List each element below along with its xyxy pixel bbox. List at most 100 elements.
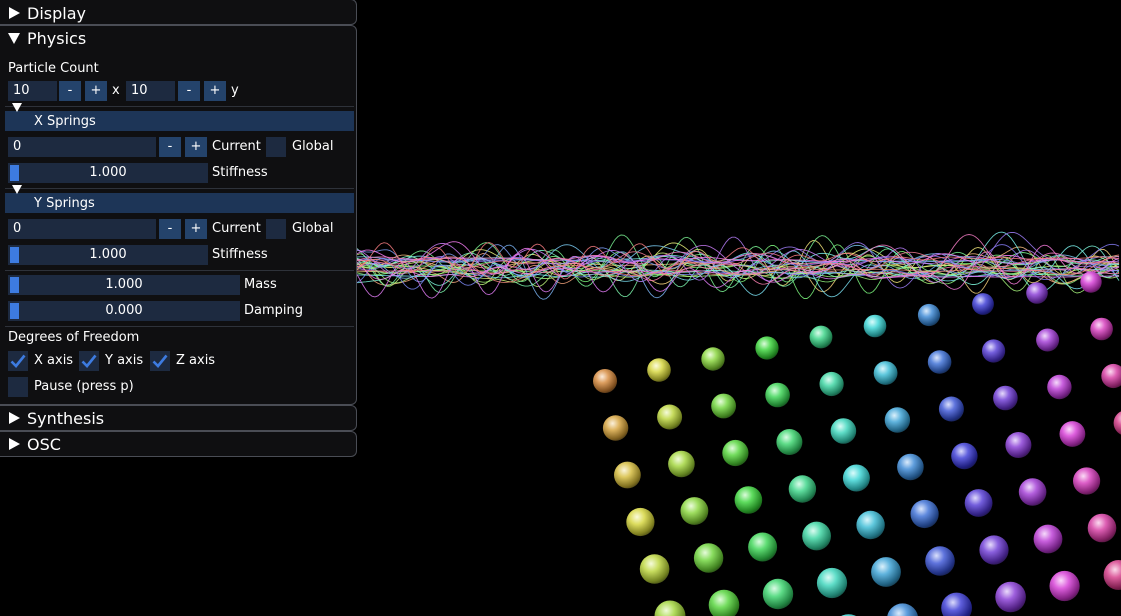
particle-sphere (856, 510, 885, 540)
particle-sphere (748, 532, 778, 562)
checkmark-icon (152, 354, 168, 368)
mass-slider[interactable]: 1.000 (8, 275, 240, 295)
z-axis-checkbox[interactable] (150, 351, 170, 371)
x-springs-stiffness-value: 1.000 (89, 165, 127, 180)
x-springs-header[interactable]: X Springs (5, 102, 354, 131)
damping-value: 0.000 (105, 303, 143, 318)
particle-sphere (1047, 374, 1072, 400)
particle-sphere (593, 369, 617, 393)
particle-sphere (863, 314, 887, 338)
physics-header[interactable]: Physics (0, 26, 356, 50)
particle-sphere (982, 339, 1006, 363)
particle-sphere (647, 358, 671, 382)
synthesis-header[interactable]: Synthesis (0, 406, 356, 430)
particle-sphere (762, 578, 794, 610)
particle-sphere (776, 429, 803, 455)
expand-arrow-icon (7, 438, 21, 450)
y-springs-global-checkbox[interactable] (266, 219, 286, 239)
slider-grab-handle[interactable] (10, 247, 19, 263)
x-axis-checkbox[interactable] (8, 351, 28, 371)
pause-checkbox[interactable] (8, 377, 28, 397)
x-springs-title: X Springs (34, 113, 96, 129)
particle-sphere (1073, 467, 1101, 495)
waveform-traces (357, 231, 1120, 300)
slider-grab-handle[interactable] (10, 165, 19, 181)
y-springs-current-increment-button[interactable]: + (185, 219, 207, 239)
x-springs-stiffness-slider[interactable]: 1.000 (8, 163, 208, 183)
x-springs-current-label: Current (212, 139, 261, 154)
slider-grab-handle[interactable] (10, 277, 19, 293)
x-springs-global-checkbox[interactable] (266, 137, 286, 157)
particle-count-x-increment-button[interactable]: + (85, 81, 107, 101)
slider-grab-handle[interactable] (10, 303, 19, 319)
y-springs-title: Y Springs (34, 195, 95, 211)
particle-sphere (938, 396, 964, 422)
y-springs-stiffness-slider[interactable]: 1.000 (8, 245, 208, 265)
particle-sphere (765, 382, 790, 408)
particle-sphere (722, 439, 749, 467)
particle-spheres (593, 271, 1121, 616)
particle-sphere (993, 385, 1018, 411)
particle-sphere (680, 497, 709, 525)
particle-sphere (1005, 432, 1032, 458)
particle-count-y-decrement-button[interactable]: - (178, 81, 200, 101)
particle-sphere (654, 600, 686, 616)
particle-sphere (668, 450, 695, 478)
particle-sphere (830, 418, 857, 444)
physics-title: Physics (27, 28, 87, 48)
y-springs-stiffness-value: 1.000 (89, 247, 127, 262)
particle-sphere (802, 521, 831, 551)
particle-sphere (1026, 282, 1048, 304)
x-springs-current-input[interactable]: 0 (8, 137, 156, 157)
separator (5, 270, 354, 271)
particle-sphere (1080, 271, 1102, 293)
particle-count-y-increment-button[interactable]: + (204, 81, 226, 101)
y-axis-checkbox[interactable] (79, 351, 99, 371)
damping-slider[interactable]: 0.000 (8, 301, 240, 321)
y-springs-current-label: Current (212, 221, 261, 236)
display-header[interactable]: Display (0, 1, 356, 25)
particle-sphere (979, 535, 1009, 565)
particle-sphere (819, 371, 844, 397)
collapse-arrow-icon (12, 184, 22, 213)
particle-sphere (910, 499, 939, 529)
collapse-arrow-icon (12, 102, 22, 131)
particle-count-y-input[interactable]: 10 (126, 81, 175, 101)
particle-sphere (1049, 570, 1080, 602)
particle-count-x-input[interactable]: 10 (8, 81, 57, 101)
y-springs-header[interactable]: Y Springs (5, 184, 354, 213)
x-springs-current-decrement-button[interactable]: - (159, 137, 181, 157)
pause-label: Pause (press p) (34, 379, 134, 394)
particle-count-x-decrement-button[interactable]: - (59, 81, 81, 101)
x-springs-current-increment-button[interactable]: + (185, 137, 207, 157)
particle-sphere (701, 347, 725, 371)
particle-sphere (887, 603, 918, 616)
particle-sphere (1103, 560, 1121, 590)
particle-sphere (1101, 363, 1121, 389)
particle-sphere (626, 507, 655, 537)
particle-sphere (871, 557, 901, 587)
x-springs-global-label: Global (292, 139, 334, 154)
particle-sphere (1087, 513, 1117, 543)
particle-sphere (755, 336, 779, 360)
y-springs-current-decrement-button[interactable]: - (159, 219, 181, 239)
x-axis-label: X axis (34, 353, 74, 368)
particle-sphere (639, 554, 670, 584)
particle-sphere (1033, 524, 1063, 554)
checkmark-icon (81, 354, 97, 368)
particle-sphere (1018, 478, 1047, 506)
display-panel: Display (0, 0, 357, 25)
particle-sphere (602, 415, 629, 441)
particle-count-y-label: y (231, 83, 239, 98)
particle-sphere (816, 567, 848, 599)
expand-arrow-icon (7, 412, 21, 424)
particle-sphere (1090, 317, 1113, 341)
particle-sphere (809, 325, 833, 349)
y-springs-stiffness-label: Stiffness (212, 247, 268, 262)
particle-sphere (614, 461, 641, 489)
particle-count-x-label: x (112, 83, 120, 98)
particle-sphere (693, 543, 724, 573)
osc-header[interactable]: OSC (0, 432, 356, 456)
y-springs-current-input[interactable]: 0 (8, 219, 156, 239)
physics-panel: Physics Particle Count 10 - + x 10 - + y… (0, 25, 357, 405)
